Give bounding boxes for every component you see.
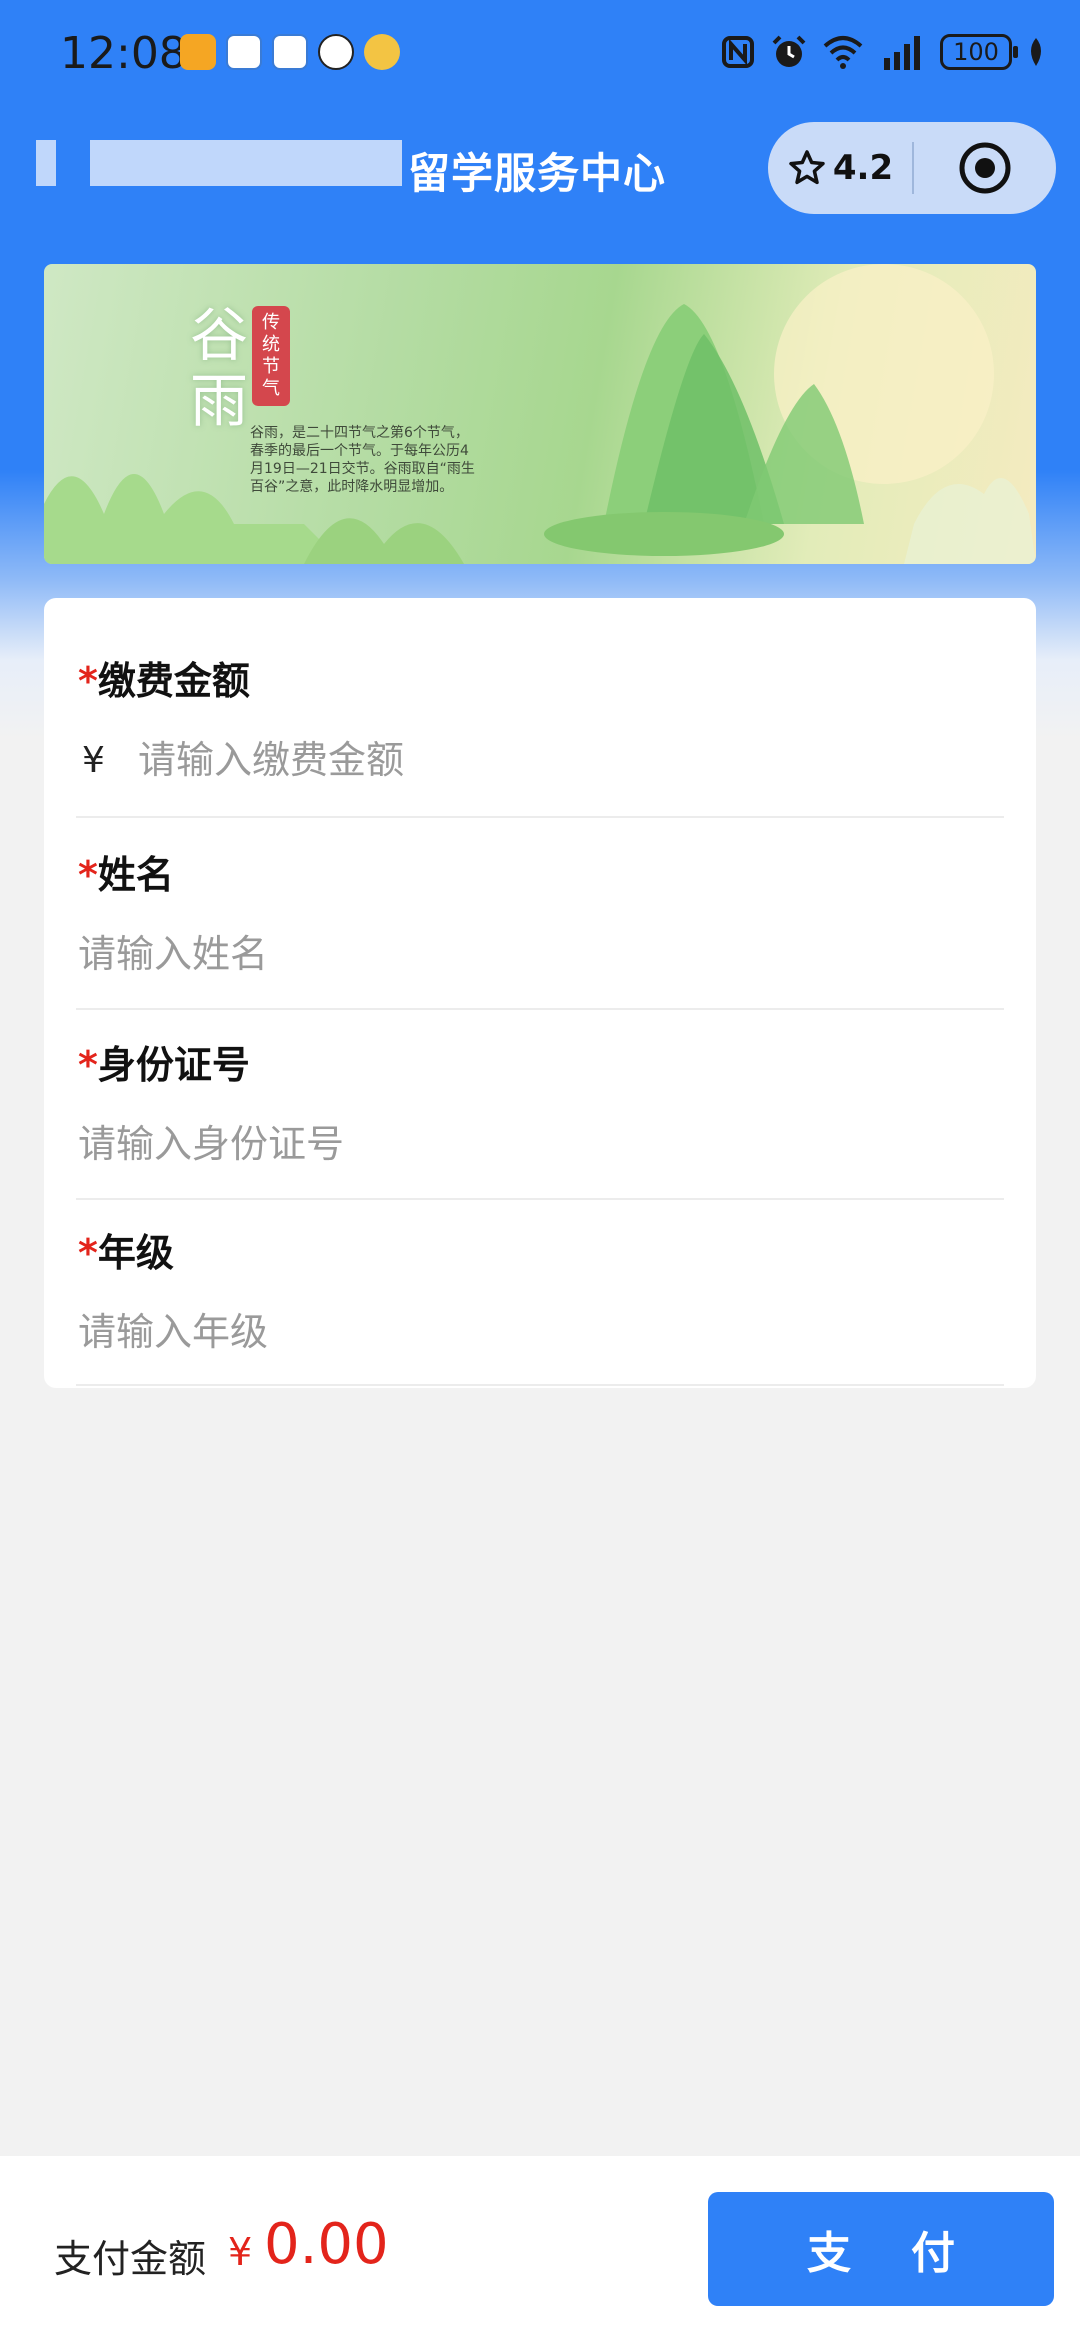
chat-icon bbox=[226, 34, 262, 70]
mini-program-capsule: 4.2 bbox=[768, 122, 1056, 214]
payment-form: *缴费金额 ¥ *姓名 *身份证号 *年级 bbox=[44, 598, 1036, 1388]
field-id-number: *身份证号 bbox=[78, 1034, 1002, 1169]
close-target-button[interactable] bbox=[914, 122, 1056, 214]
target-icon bbox=[959, 142, 1011, 194]
nfc-icon bbox=[722, 36, 754, 68]
alarm-icon bbox=[772, 35, 806, 67]
id-number-input[interactable] bbox=[78, 1119, 1002, 1169]
grade-label: *年级 bbox=[78, 1231, 174, 1275]
id-number-label: *身份证号 bbox=[78, 1043, 250, 1087]
required-mark: * bbox=[78, 853, 98, 897]
field-amount: *缴费金额 ¥ bbox=[78, 650, 1002, 785]
pay-amount-value: 0.00 bbox=[264, 2212, 389, 2277]
divider bbox=[76, 1198, 1004, 1200]
signal-icon bbox=[884, 36, 920, 70]
blurred-name bbox=[36, 140, 56, 186]
required-mark: * bbox=[78, 659, 98, 703]
blurred-name bbox=[90, 140, 402, 186]
bottom-pay-bar: 支付金额 ¥ 0.00 支付 bbox=[0, 2156, 1080, 2340]
grade-input[interactable] bbox=[78, 1307, 1002, 1357]
sf-express-icon bbox=[318, 34, 354, 70]
rating-value: 4.2 bbox=[832, 148, 894, 188]
field-grade: *年级 bbox=[78, 1222, 1002, 1357]
rating-button[interactable]: 4.2 bbox=[768, 122, 912, 214]
banner-image[interactable]: 谷雨 传统节气 谷雨，是二十四节气之第6个节气，春季的最后一个节气。于每年公历4… bbox=[44, 264, 1036, 564]
battery-indicator: 100 bbox=[940, 34, 1018, 70]
name-label: *姓名 bbox=[78, 853, 174, 897]
weather-icon bbox=[364, 34, 400, 70]
required-mark: * bbox=[78, 1231, 98, 1275]
name-input[interactable] bbox=[78, 929, 1002, 979]
pay-button[interactable]: 支付 bbox=[708, 2192, 1054, 2306]
field-name: *姓名 bbox=[78, 844, 1002, 979]
currency-symbol: ¥ bbox=[82, 739, 105, 781]
leaf-icon bbox=[1031, 38, 1041, 66]
banner-seal: 传统节气 bbox=[252, 306, 290, 406]
divider bbox=[76, 1008, 1004, 1010]
banner-title: 谷雨 bbox=[180, 304, 248, 436]
divider bbox=[76, 816, 1004, 818]
banner-description: 谷雨，是二十四节气之第6个节气，春季的最后一个节气。于每年公历4月19日—21日… bbox=[250, 425, 475, 495]
status-time: 12:08 bbox=[60, 28, 187, 79]
star-icon bbox=[789, 150, 825, 185]
page-title: 留学服务中心 bbox=[408, 149, 667, 198]
wifi-icon bbox=[823, 36, 863, 69]
pay-currency-symbol: ¥ bbox=[228, 2230, 253, 2274]
amount-label: *缴费金额 bbox=[78, 659, 250, 703]
status-icons: 100 bbox=[720, 30, 1046, 74]
pay-amount-label: 支付金额 bbox=[54, 2237, 207, 2281]
required-mark: * bbox=[78, 1043, 98, 1087]
status-bar: 12:08 100 bbox=[0, 0, 1080, 110]
divider bbox=[76, 1384, 1004, 1386]
app-icon bbox=[272, 34, 308, 70]
amount-input[interactable] bbox=[138, 735, 1002, 785]
mail-icon bbox=[180, 34, 216, 70]
